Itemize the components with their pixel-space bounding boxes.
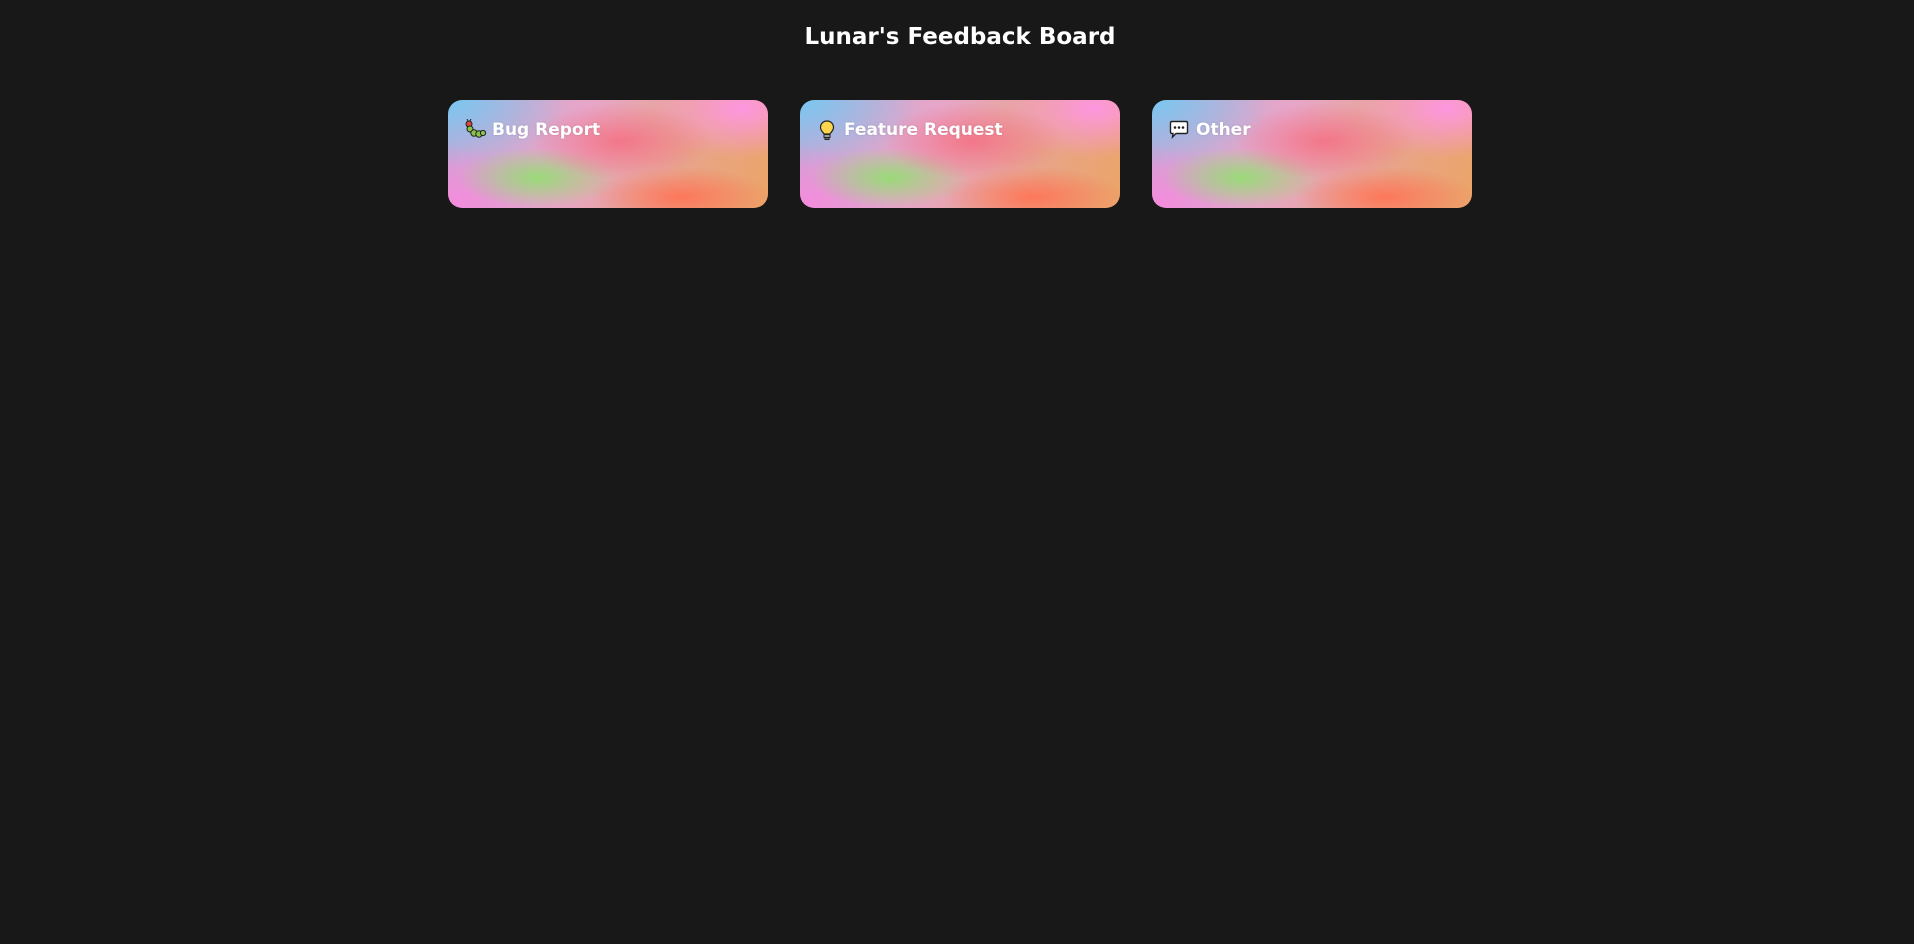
- page-title: Lunar's Feedback Board: [804, 24, 1116, 50]
- card-label: Other: [1196, 120, 1251, 140]
- speech-bubble-icon: [1168, 119, 1190, 141]
- card-label: Feature Request: [844, 120, 1003, 140]
- category-card-other[interactable]: Other: [1152, 100, 1472, 208]
- category-card-bug-report[interactable]: Bug Report: [448, 100, 768, 208]
- lightbulb-icon: [816, 119, 838, 141]
- card-label: Bug Report: [492, 120, 601, 140]
- category-card-feature-request[interactable]: Feature Request: [800, 100, 1120, 208]
- bug-icon: [464, 119, 486, 141]
- card-header: Other: [1168, 119, 1251, 141]
- card-header: Bug Report: [464, 119, 600, 141]
- feedback-board-page: Lunar's Feedback Board Bug Report Featur…: [0, 0, 1914, 944]
- card-header: Feature Request: [816, 119, 1003, 141]
